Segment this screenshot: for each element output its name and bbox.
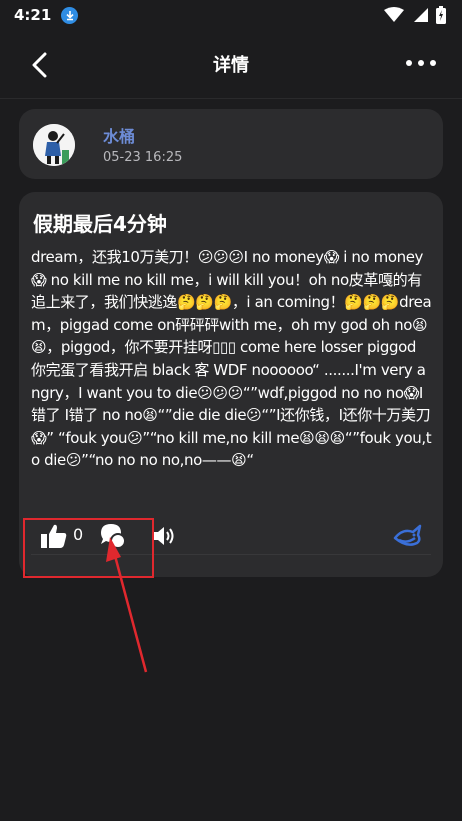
more-icon[interactable] xyxy=(406,56,440,70)
status-time: 4:21 xyxy=(14,6,52,24)
status-bar: 4:21 xyxy=(0,0,462,30)
more-dot xyxy=(418,60,424,66)
wifi-icon xyxy=(384,7,404,22)
back-arrow-icon[interactable] xyxy=(28,52,52,78)
more-dot xyxy=(430,60,436,66)
post-body: dream，还我10万美刀！😕😕😕I no money😱 i no money😱… xyxy=(31,248,432,470)
signal-icon xyxy=(414,8,428,22)
download-icon xyxy=(61,6,79,24)
fish-icon[interactable] xyxy=(393,524,423,548)
post-title: 假期最后4分钟 xyxy=(33,212,167,236)
header-divider xyxy=(0,98,462,99)
highlight-box xyxy=(23,518,154,578)
author-card[interactable]: 水桶 05-23 16:25 xyxy=(19,109,443,179)
more-dot xyxy=(406,60,412,66)
page-title: 详情 xyxy=(213,55,249,76)
post-time: 05-23 16:25 xyxy=(103,150,183,165)
status-icons xyxy=(384,6,446,24)
audio-icon[interactable] xyxy=(151,524,175,548)
header: 详情 xyxy=(0,30,462,98)
battery-icon xyxy=(436,6,446,24)
avatar[interactable] xyxy=(33,124,75,166)
author-name[interactable]: 水桶 xyxy=(103,123,135,147)
